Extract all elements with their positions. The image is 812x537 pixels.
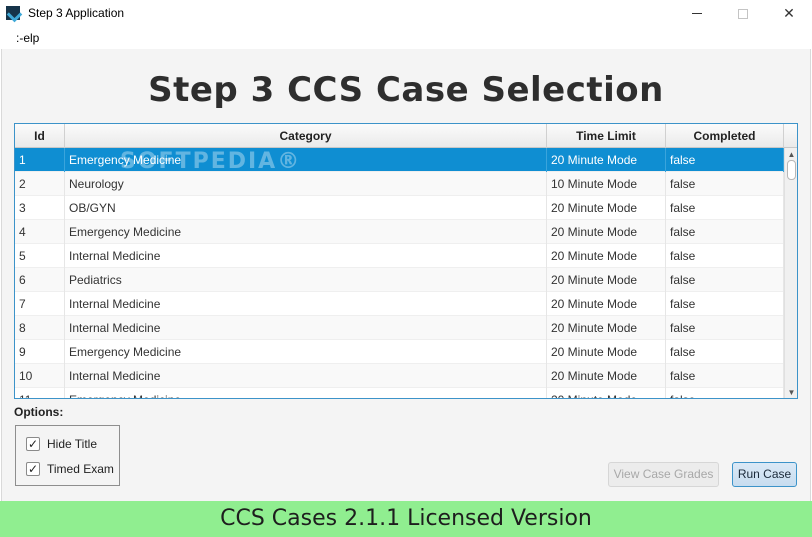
cell-time-limit: 20 Minute Mode <box>547 220 666 244</box>
minimize-button[interactable] <box>674 0 720 27</box>
cell-category: Emergency Medicine <box>65 148 547 172</box>
table-body: 1 Emergency Medicine 20 Minute Mode false 2 N… <box>15 148 784 398</box>
cell-category: Internal Medicine <box>65 292 547 316</box>
table-header: Id Category Time Limit Completed <box>15 124 797 148</box>
cell-id: 5 <box>15 244 65 268</box>
cell-id: 11 <box>15 388 65 398</box>
cell-completed: false <box>666 316 784 340</box>
table-row[interactable]: 7 Internal Medicine 20 Minute Mode false <box>15 292 784 316</box>
run-case-button[interactable]: Run Case <box>732 462 797 487</box>
cell-id: 4 <box>15 220 65 244</box>
options-label: Options: <box>14 405 64 419</box>
minimize-icon <box>692 13 702 14</box>
cell-id: 9 <box>15 340 65 364</box>
cell-id: 10 <box>15 364 65 388</box>
column-header-time-limit[interactable]: Time Limit <box>547 124 666 148</box>
cell-category: Internal Medicine <box>65 244 547 268</box>
cell-time-limit: 10 Minute Mode <box>547 172 666 196</box>
table-row[interactable]: 11Emergency Medicine20 Minute Modefalse <box>15 388 784 398</box>
table-row[interactable]: 5 Internal Medicine 20 Minute Mode false <box>15 244 784 268</box>
table-row[interactable]: 3 OB/GYN 20 Minute Mode false <box>15 196 784 220</box>
vertical-scrollbar[interactable]: ▲ ▼ <box>784 148 797 398</box>
checkbox-check-icon[interactable]: ✓ <box>26 462 40 476</box>
table-row[interactable]: 6 Pediatrics 20 Minute Mode false <box>15 268 784 292</box>
cell-category: Emergency Medicine <box>65 388 547 398</box>
window-title: Step 3 Application <box>28 6 125 20</box>
cell-id: 6 <box>15 268 65 292</box>
timed-exam-label: Timed Exam <box>47 462 114 476</box>
cell-id: 3 <box>15 196 65 220</box>
view-case-grades-button[interactable]: View Case Grades <box>608 462 719 487</box>
scroll-up-icon[interactable]: ▲ <box>785 148 797 160</box>
column-header-category[interactable]: Category <box>65 124 547 148</box>
cell-category: Emergency Medicine <box>65 220 547 244</box>
cell-time-limit: 20 Minute Mode <box>547 292 666 316</box>
table-row[interactable]: 8 Internal Medicine 20 Minute Mode false <box>15 316 784 340</box>
maximize-button[interactable] <box>720 0 766 27</box>
cell-category: Neurology <box>65 172 547 196</box>
title-bar: Step 3 Application ✕ <box>0 0 812 27</box>
cell-category: Emergency Medicine <box>65 340 547 364</box>
checkbox-check-icon[interactable]: ✓ <box>26 437 40 451</box>
table-row[interactable]: 4 Emergency Medicine 20 Minute Mode false <box>15 220 784 244</box>
options-group: ✓ Hide Title ✓ Timed Exam <box>15 425 120 486</box>
cell-id: 8 <box>15 316 65 340</box>
cell-category: Pediatrics <box>65 268 547 292</box>
cell-completed: false <box>666 196 784 220</box>
close-button[interactable]: ✕ <box>766 0 812 27</box>
scroll-down-icon[interactable]: ▼ <box>785 386 797 398</box>
cell-time-limit: 20 Minute Mode <box>547 268 666 292</box>
cell-category: OB/GYN <box>65 196 547 220</box>
cell-time-limit: 20 Minute Mode <box>547 364 666 388</box>
cell-completed: false <box>666 364 784 388</box>
cell-completed: false <box>666 340 784 364</box>
cell-completed: false <box>666 148 784 172</box>
table-row[interactable]: 2 Neurology 10 Minute Mode false <box>15 172 784 196</box>
cell-time-limit: 20 Minute Mode <box>547 388 666 398</box>
hide-title-checkbox[interactable]: ✓ Hide Title <box>26 435 97 453</box>
cell-time-limit: 20 Minute Mode <box>547 244 666 268</box>
table-row[interactable]: 9 Emergency Medicine 20 Minute Mode false <box>15 340 784 364</box>
column-header-id[interactable]: Id <box>15 124 65 148</box>
cell-time-limit: 20 Minute Mode <box>547 148 666 172</box>
maximize-icon <box>738 8 748 19</box>
hide-title-label: Hide Title <box>47 437 98 451</box>
cell-time-limit: 20 Minute Mode <box>547 196 666 220</box>
timed-exam-checkbox[interactable]: ✓ Timed Exam <box>26 460 114 478</box>
page-title: Step 3 CCS Case Selection <box>148 70 664 110</box>
case-table: Id Category Time Limit Completed 1 Emerge… <box>14 123 798 399</box>
column-header-completed[interactable]: Completed <box>666 124 784 148</box>
cell-completed: false <box>666 244 784 268</box>
cell-completed: false <box>666 292 784 316</box>
table-row[interactable]: 1 Emergency Medicine 20 Minute Mode false <box>15 148 784 172</box>
license-footer: CCS Cases 2.1.1 Licensed Version <box>0 501 812 537</box>
cell-completed: false <box>666 388 784 398</box>
cell-id: 1 <box>15 148 65 172</box>
cell-category: Internal Medicine <box>65 316 547 340</box>
menu-help[interactable]: :-elp <box>16 31 39 45</box>
cell-category: Internal Medicine <box>65 364 547 388</box>
table-row[interactable]: 10 Internal Medicine 20 Minute Mode false <box>15 364 784 388</box>
cell-completed: false <box>666 220 784 244</box>
cell-completed: false <box>666 268 784 292</box>
menu-bar: :-elp <box>0 27 812 49</box>
cell-id: 7 <box>15 292 65 316</box>
cell-id: 2 <box>15 172 65 196</box>
cell-time-limit: 20 Minute Mode <box>547 340 666 364</box>
scrollbar-thumb[interactable] <box>787 160 796 180</box>
app-icon <box>6 6 20 20</box>
close-icon: ✕ <box>783 5 795 21</box>
cell-completed: false <box>666 172 784 196</box>
cell-time-limit: 20 Minute Mode <box>547 316 666 340</box>
